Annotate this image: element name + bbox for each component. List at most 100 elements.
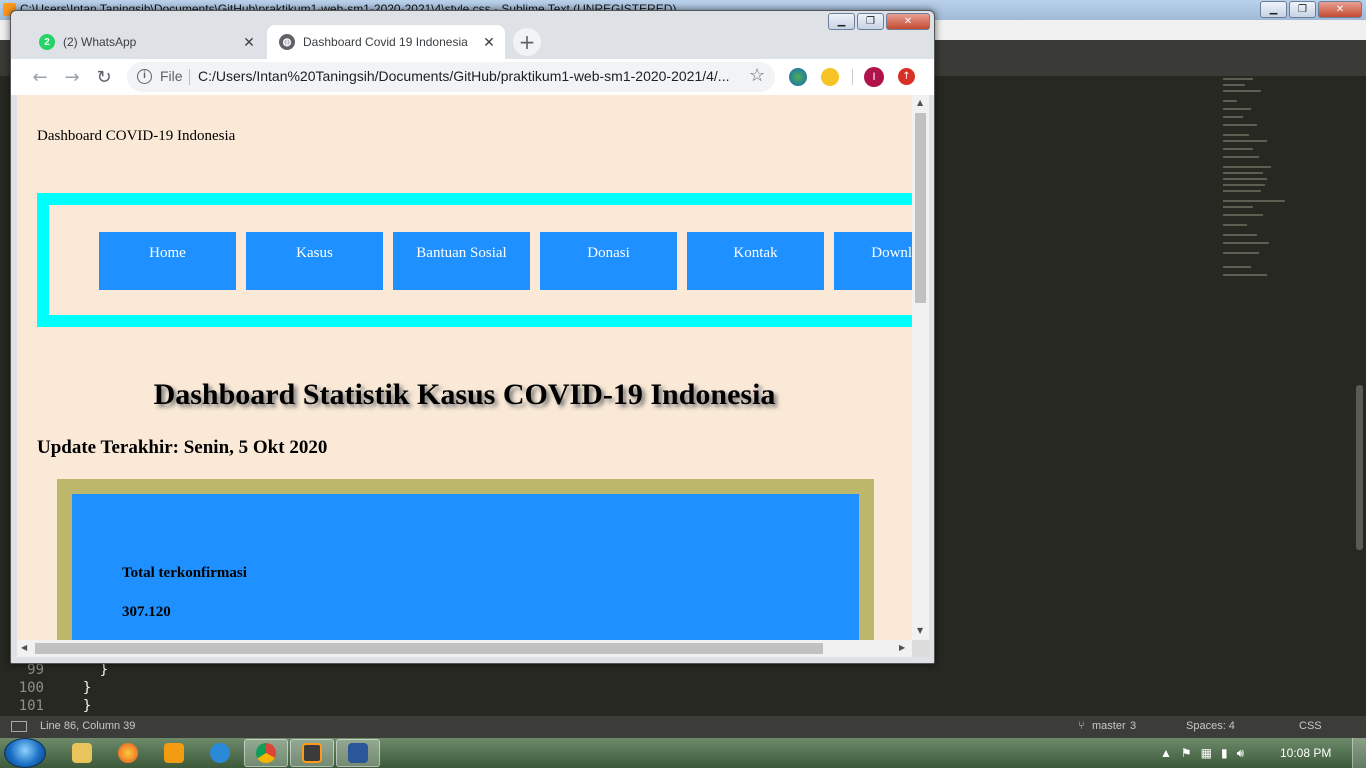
taskbar-explorer[interactable]: [60, 739, 104, 767]
line-number: 101: [18, 698, 44, 714]
taskbar-ie[interactable]: [198, 739, 242, 767]
tab-badge: 2: [44, 36, 50, 48]
horizontal-scrollbar[interactable]: ◀ ▶: [17, 640, 912, 657]
cursor-position: Line 86, Column 39: [40, 720, 136, 732]
scroll-corner: [912, 640, 929, 657]
line-number: 100: [18, 680, 44, 696]
power-icon[interactable]: ▮: [1221, 746, 1228, 760]
git-branch[interactable]: master: [1092, 720, 1126, 732]
git-branch-icon: ⑂: [1078, 720, 1085, 732]
reload-icon[interactable]: ↻: [92, 65, 116, 89]
status-bar: Line 86, Column 39 ⑂ master 3 Spaces: 4 …: [0, 716, 1366, 738]
horizontal-scroll-thumb[interactable]: [35, 643, 823, 654]
nav-kasus[interactable]: Kasus: [246, 232, 383, 290]
tab-whatsapp[interactable]: 2 (2) WhatsApp ✕: [27, 25, 265, 59]
code-line: 100 }: [0, 680, 92, 696]
browser-toolbar: ← → ↻ i File C:/Users/Intan%20Taningsih/…: [11, 59, 934, 95]
toolbar-separator: [852, 69, 853, 85]
code-line: 99 }: [0, 662, 108, 678]
address-separator: [189, 69, 190, 85]
vertical-scroll-thumb[interactable]: [915, 113, 926, 303]
page-viewport: Dashboard COVID-19 Indonesia Home Kasus …: [17, 95, 912, 640]
code-text: }: [66, 662, 109, 678]
new-tab-button[interactable]: +: [513, 28, 541, 56]
tab-label: (2) WhatsApp: [63, 35, 137, 49]
extension-ghost-icon[interactable]: [821, 68, 839, 86]
taskbar: ▲ ⚑ ▦ ▮ 🔊︎ 10:08 PM: [0, 738, 1366, 768]
nav-donasi[interactable]: Donasi: [540, 232, 677, 290]
address-bar[interactable]: i File C:/Users/Intan%20Taningsih/Docume…: [127, 62, 775, 92]
minimize-icon[interactable]: ▁: [828, 13, 855, 30]
indentation-setting[interactable]: Spaces: 4: [1186, 720, 1235, 732]
site-header: Dashboard COVID-19 Indonesia: [37, 128, 236, 144]
minimize-icon[interactable]: ▁: [1260, 1, 1287, 18]
flag-icon[interactable]: ⚑: [1181, 746, 1192, 760]
git-branch-count: 3: [1130, 720, 1137, 732]
nav-inner: Home Kasus Bantuan Sosial Donasi Kontak …: [49, 205, 912, 315]
back-icon[interactable]: ←: [28, 65, 52, 89]
taskbar-firefox[interactable]: [106, 739, 150, 767]
word-icon: [348, 743, 368, 763]
sublime-icon: [302, 743, 322, 763]
tab-close-icon[interactable]: ✕: [241, 34, 257, 51]
folder-icon: [72, 743, 92, 763]
syntax-setting[interactable]: CSS: [1299, 720, 1322, 732]
nav-download[interactable]: Download: [834, 232, 912, 290]
chrome-icon: [256, 743, 276, 763]
globe-icon: ◍: [279, 34, 295, 50]
scroll-down-icon[interactable]: ▼: [917, 626, 923, 635]
nav-home[interactable]: Home: [99, 232, 236, 290]
show-hidden-icons-icon[interactable]: ▲: [1160, 746, 1172, 760]
network-icon[interactable]: ▦: [1201, 746, 1212, 760]
stat-value: 307.120: [122, 604, 171, 620]
internet-explorer-icon: [210, 743, 230, 763]
vertical-scrollbar[interactable]: ▲ ▼: [912, 95, 929, 640]
extension-globe-icon[interactable]: [789, 68, 807, 86]
line-number: 99: [27, 662, 44, 678]
nav-bantuan-sosial[interactable]: Bantuan Sosial: [393, 232, 530, 290]
code-text: }: [66, 698, 92, 714]
tab-close-icon[interactable]: ✕: [481, 34, 497, 51]
whatsapp-icon: 2: [39, 34, 55, 50]
nav-kontak[interactable]: Kontak: [687, 232, 824, 290]
maximize-icon[interactable]: ❐: [857, 13, 884, 30]
scroll-left-icon[interactable]: ◀: [21, 643, 27, 652]
close-icon[interactable]: ✕: [1318, 1, 1362, 18]
stat-card-border: Total terkonfirmasi 307.120: [57, 479, 874, 640]
maximize-icon[interactable]: ❐: [1289, 1, 1316, 18]
url-text[interactable]: C:/Users/Intan%20Taningsih/Documents/Git…: [198, 68, 743, 84]
editor-scrollbar[interactable]: [1356, 385, 1363, 550]
profile-avatar[interactable]: I: [864, 67, 884, 87]
forward-icon[interactable]: →: [60, 65, 84, 89]
scroll-up-icon[interactable]: ▲: [917, 98, 923, 107]
stat-label: Total terkonfirmasi: [122, 565, 247, 581]
taskbar-media-player[interactable]: [152, 739, 196, 767]
system-tray: ▲ ⚑ ▦ ▮ 🔊︎: [1160, 738, 1244, 768]
show-desktop-button[interactable]: [1352, 738, 1366, 768]
scheme-label: File: [160, 68, 183, 84]
taskbar-word[interactable]: [336, 739, 380, 767]
stat-card: Total terkonfirmasi 307.120: [72, 494, 859, 640]
firefox-icon: [118, 743, 138, 763]
sublime-window-controls: ▁ ❐ ✕: [1260, 1, 1362, 18]
volume-icon[interactable]: 🔊︎: [1237, 746, 1245, 761]
minimap[interactable]: [1215, 76, 1355, 286]
browser-window: ▁ ❐ ✕ 2 (2) WhatsApp ✕ ◍ Dashboard Covid…: [10, 10, 935, 664]
panel-toggle-icon[interactable]: [11, 721, 27, 732]
nav-container: Home Kasus Bantuan Sosial Donasi Kontak …: [37, 193, 912, 327]
start-button[interactable]: [4, 738, 46, 768]
code-line: 101 }: [0, 698, 92, 714]
update-icon[interactable]: ↑: [898, 68, 915, 85]
browser-window-controls: ▁ ❐ ✕: [828, 13, 930, 30]
tab-dashboard[interactable]: ◍ Dashboard Covid 19 Indonesia ✕: [267, 25, 505, 59]
taskbar-chrome[interactable]: [244, 739, 288, 767]
scroll-right-icon[interactable]: ▶: [899, 643, 905, 652]
last-update: Update Terakhir: Senin, 5 Okt 2020: [37, 437, 328, 458]
taskbar-sublime[interactable]: [290, 739, 334, 767]
info-icon[interactable]: i: [137, 69, 152, 84]
media-player-icon: [164, 743, 184, 763]
bookmark-star-icon[interactable]: ☆: [749, 65, 765, 86]
clock[interactable]: 10:08 PM: [1280, 746, 1331, 760]
tab-label: Dashboard Covid 19 Indonesia: [303, 35, 468, 49]
close-icon[interactable]: ✕: [886, 13, 930, 30]
